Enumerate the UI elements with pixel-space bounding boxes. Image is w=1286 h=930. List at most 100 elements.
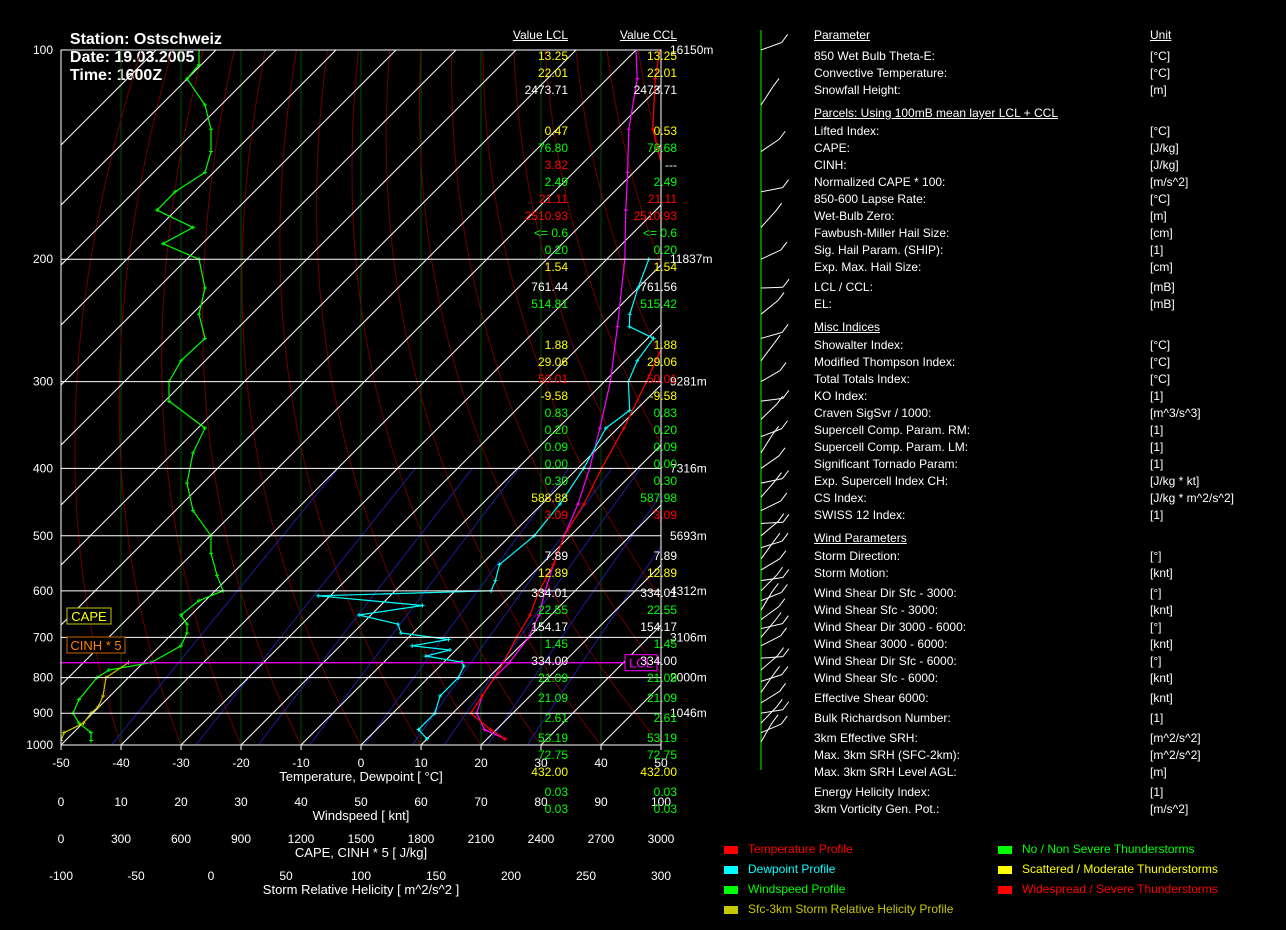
skewed-isotherm bbox=[360, 444, 661, 745]
row-unit: [1] bbox=[1150, 243, 1164, 257]
legend-label: No / Non Severe Thunderstorms bbox=[1022, 842, 1195, 856]
x-tick-label: -20 bbox=[232, 756, 250, 770]
row-unit: [J/kg] bbox=[1150, 141, 1179, 155]
wind-barb bbox=[760, 249, 782, 260]
row-value-lcl: 72.75 bbox=[537, 748, 568, 762]
windspeed-point bbox=[209, 551, 213, 556]
row-value-lcl: 2.61 bbox=[544, 711, 568, 725]
row-label: EL: bbox=[814, 297, 833, 311]
row-value-ccl: 1.54 bbox=[653, 260, 677, 274]
row-unit: [1] bbox=[1150, 389, 1164, 403]
row-value-ccl: 2510.93 bbox=[633, 209, 677, 223]
isohume bbox=[111, 468, 339, 745]
x-tick-label: 20 bbox=[174, 795, 188, 809]
row-value-ccl: 0.53 bbox=[653, 124, 677, 138]
row-unit: [°] bbox=[1150, 654, 1162, 668]
row-value-ccl: -9.58 bbox=[649, 389, 677, 403]
row-unit: [knt] bbox=[1150, 566, 1173, 580]
pressure-label: 300 bbox=[33, 375, 53, 389]
dewpoint-point bbox=[399, 631, 403, 635]
skewed-isotherm bbox=[721, 50, 1286, 745]
row-label: Snowfall Height: bbox=[814, 83, 901, 97]
row-unit: [°C] bbox=[1150, 49, 1171, 63]
row-label: Wind Shear Sfc - 3000: bbox=[814, 603, 939, 617]
row-label: Bulk Richardson Number: bbox=[814, 711, 951, 725]
x-tick-label: -50 bbox=[127, 869, 145, 883]
dewpoint-point bbox=[627, 312, 632, 317]
wind-barb-flag bbox=[775, 202, 783, 212]
section-title: Wind Parameters bbox=[814, 531, 907, 545]
row-unit: [1] bbox=[1150, 423, 1164, 437]
row-value-ccl: 21.11 bbox=[647, 192, 677, 206]
row-label: CS Index: bbox=[814, 491, 867, 505]
row-label: Wind Shear 3000 - 6000: bbox=[814, 637, 948, 651]
row-value-ccl: 2473.71 bbox=[633, 83, 677, 97]
row-label: Effective Shear 6000: bbox=[814, 691, 929, 705]
x-tick-label: 300 bbox=[651, 869, 671, 883]
wind-barb bbox=[760, 591, 773, 611]
legend-label: Scattered / Moderate Thunderstorms bbox=[1022, 862, 1218, 876]
wind-barb bbox=[760, 300, 779, 315]
isohume bbox=[195, 468, 416, 745]
dry-adiabat bbox=[700, 50, 1201, 745]
legend-item: Windspeed Profile bbox=[724, 882, 845, 896]
x-tick-label: 0 bbox=[208, 869, 215, 883]
wind-barb bbox=[760, 187, 783, 193]
row-value-lcl: 21.09 bbox=[537, 671, 568, 685]
row-unit: [J/kg * m^2/s^2] bbox=[1150, 491, 1234, 505]
wind-barb-flag bbox=[782, 470, 789, 479]
row-value-ccl: 0.20 bbox=[653, 423, 677, 437]
parcel-point bbox=[576, 501, 581, 506]
row-label: Max. 3km SRH Level AGL: bbox=[814, 765, 957, 779]
wind-barb bbox=[760, 606, 780, 620]
row-value-lcl: 0.30 bbox=[544, 474, 568, 488]
wind-barb-flag bbox=[782, 278, 790, 288]
row-value-ccl: 29.06 bbox=[646, 355, 677, 369]
row-value-ccl: 0.20 bbox=[653, 243, 677, 257]
wind-barb-flag bbox=[780, 584, 788, 593]
x-tick-label: 70 bbox=[474, 795, 488, 809]
legend-item: Dewpoint Profile bbox=[724, 862, 835, 876]
row-value-ccl: 22.55 bbox=[646, 603, 677, 617]
row-value-ccl: 761.56 bbox=[640, 280, 677, 294]
row-value-ccl: 21.09 bbox=[646, 691, 677, 705]
wind-barb bbox=[760, 138, 780, 152]
x-tick-label: 1800 bbox=[408, 832, 435, 846]
row-value-ccl: 0.30 bbox=[653, 474, 677, 488]
dry-adiabat bbox=[351, 50, 542, 745]
row-unit: [m^3/s^3] bbox=[1150, 406, 1201, 420]
wind-barb-flag bbox=[779, 362, 787, 371]
row-value-lcl: 1.54 bbox=[544, 260, 568, 274]
x-tick-label: 50 bbox=[279, 869, 293, 883]
row-value-lcl: 3.09 bbox=[544, 508, 568, 522]
section-title: Parcels: Using 100mB mean layer LCL + CC… bbox=[814, 106, 1058, 120]
header-parameter: Parameter bbox=[814, 28, 871, 42]
cape-box: CAPE bbox=[66, 607, 112, 625]
parcel-point bbox=[635, 76, 640, 81]
dry-adiabat bbox=[385, 50, 602, 745]
row-label: CINH: bbox=[814, 158, 847, 172]
row-value-lcl: 12.89 bbox=[537, 566, 568, 580]
row-value-lcl: 53.19 bbox=[537, 731, 568, 745]
srh-point bbox=[101, 693, 105, 698]
row-value-ccl: 2.61 bbox=[653, 711, 677, 725]
row-value-lcl: 0.03 bbox=[544, 785, 568, 799]
wind-barb-flag bbox=[780, 492, 788, 502]
row-value-lcl: 0.47 bbox=[544, 124, 568, 138]
row-label: Showalter Index: bbox=[814, 338, 904, 352]
x-tick-label: 50 bbox=[354, 795, 368, 809]
row-label: Total Totals Index: bbox=[814, 372, 910, 386]
row-value-lcl: 22.01 bbox=[537, 66, 568, 80]
row-unit: [cm] bbox=[1150, 226, 1173, 240]
x-tick-label: 10 bbox=[114, 795, 128, 809]
row-value-lcl: 13.25 bbox=[537, 49, 568, 63]
wind-barb-flag bbox=[778, 130, 786, 140]
row-value-ccl: 3.09 bbox=[653, 508, 677, 522]
pressure-label: 800 bbox=[33, 671, 53, 685]
row-value-lcl: 432.00 bbox=[531, 765, 568, 779]
row-value-lcl: 0.03 bbox=[544, 802, 568, 816]
wind-barb bbox=[760, 342, 775, 362]
skewed-isotherm bbox=[120, 204, 661, 745]
row-value-ccl: 0.09 bbox=[653, 440, 677, 454]
wind-barb bbox=[760, 428, 782, 438]
